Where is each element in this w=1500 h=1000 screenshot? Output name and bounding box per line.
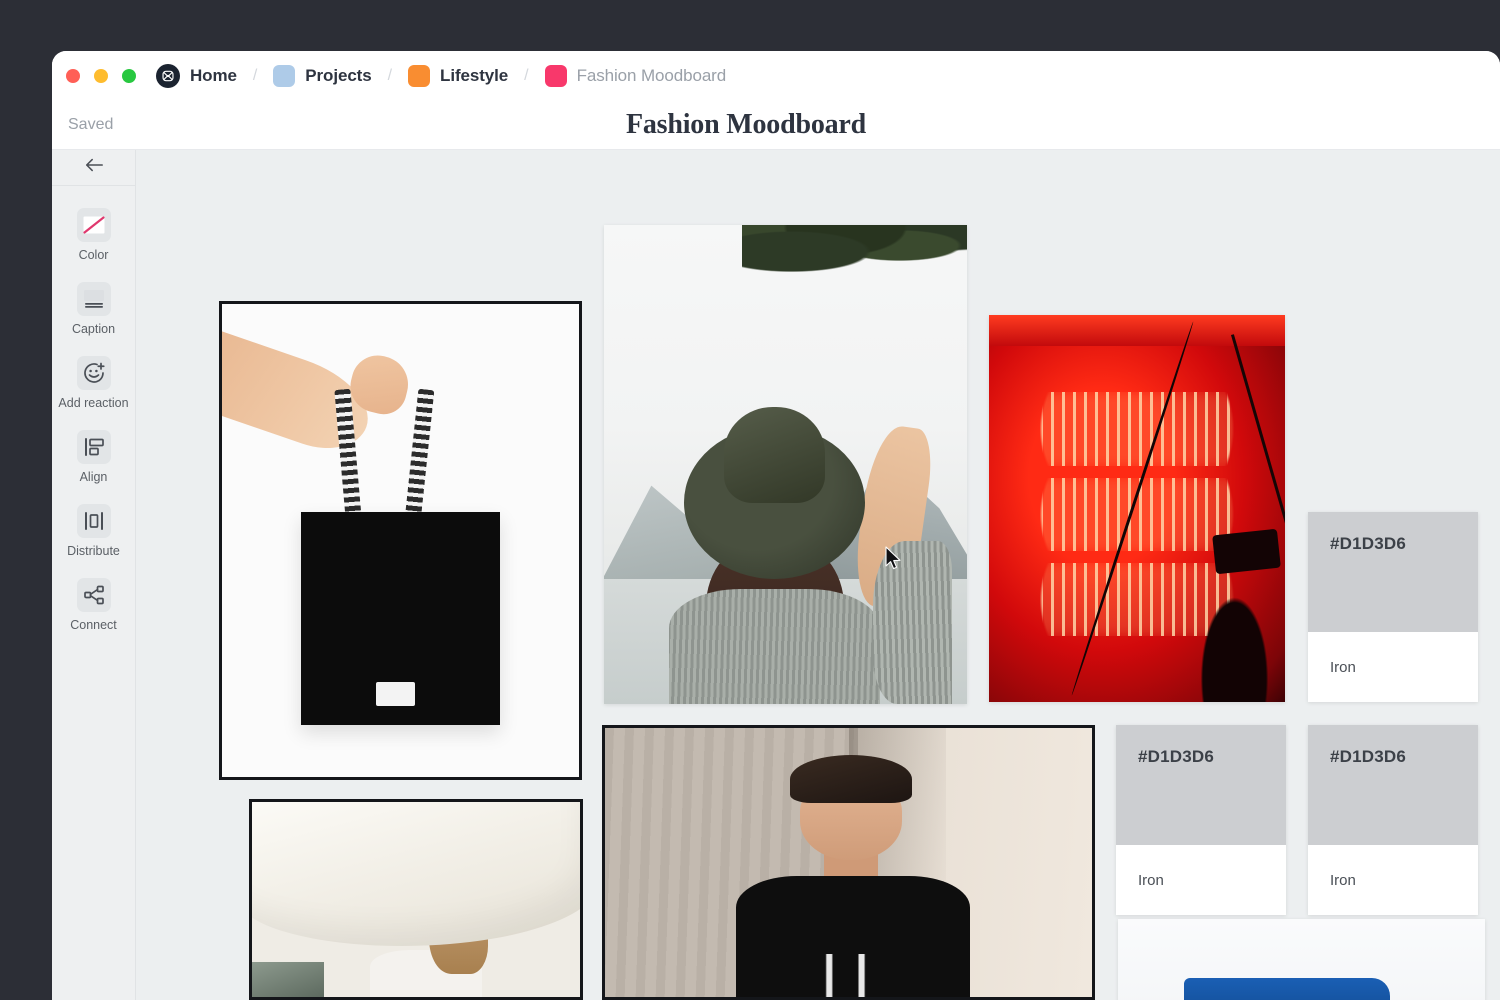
- tool-connect[interactable]: Connect: [52, 578, 135, 632]
- breadcrumb-label-projects: Projects: [305, 66, 372, 85]
- sweater-body-shape: [669, 589, 880, 704]
- breadcrumb: Home / Projects / Lifestyle / Fashion Mo…: [156, 64, 726, 88]
- swatch-hex-label: #D1D3D6: [1138, 747, 1215, 766]
- blue-object-photo: [1118, 919, 1485, 1000]
- document-header: Saved Fashion Moodboard: [52, 101, 1500, 150]
- swatch-name-label: Iron: [1138, 871, 1164, 889]
- tool-list: Color Caption Add reaction Align Distrib…: [52, 186, 135, 632]
- canvas-item-sheet-photo[interactable]: [249, 799, 583, 1000]
- color-swatch-icon: [76, 208, 111, 242]
- folder-chip-icon-projects: [273, 65, 296, 87]
- workspace: Color Caption Add reaction Align Distrib…: [52, 150, 1500, 1000]
- home-mark-icon: [156, 64, 180, 88]
- breadcrumb-separator-3: /: [524, 67, 529, 84]
- hat-lake-photo: [604, 225, 967, 704]
- canvas-item-tote-bag-photo[interactable]: [219, 301, 582, 780]
- caption-icon: [76, 282, 111, 316]
- dark-foreground-shape: [1196, 585, 1274, 702]
- breadcrumb-item-fashion-moodboard[interactable]: Fashion Moodboard: [544, 65, 727, 87]
- swatch-footer: Iron: [1308, 632, 1478, 702]
- background-foliage-shape: [252, 961, 325, 997]
- tool-label-connect: Connect: [70, 618, 117, 632]
- sidebar-back-button[interactable]: [52, 150, 135, 186]
- swatch-color-block: #D1D3D6: [1308, 512, 1478, 632]
- breadcrumb-item-projects[interactable]: Projects: [273, 65, 372, 87]
- breadcrumb-label-fashion-moodboard: Fashion Moodboard: [576, 66, 727, 85]
- sweater-sleeve-shape: [872, 541, 953, 704]
- traffic-light-buttons: [66, 69, 136, 83]
- hat-crown-shape: [723, 407, 826, 503]
- swatch-hex-label: #D1D3D6: [1330, 747, 1407, 766]
- tool-label-caption: Caption: [71, 322, 116, 336]
- blue-object-shape: [1184, 978, 1390, 1000]
- color-swatch-card[interactable]: #D1D3D6 Iron: [1308, 512, 1478, 702]
- tool-label-color: Color: [78, 248, 109, 262]
- swatch-name-label: Iron: [1330, 871, 1356, 889]
- man-wall-photo: [602, 725, 1095, 1000]
- sheet-photo: [249, 799, 583, 1000]
- tool-label-align: Align: [79, 470, 108, 484]
- color-swatch-card[interactable]: #D1D3D6 Iron: [1116, 725, 1286, 915]
- align-left-icon: [76, 430, 111, 464]
- breadcrumb-item-lifestyle[interactable]: Lifestyle: [408, 65, 508, 87]
- folder-chip-icon-lifestyle: [408, 65, 431, 87]
- breadcrumb-separator-1: /: [252, 67, 258, 84]
- maximize-window-button[interactable]: [122, 69, 136, 83]
- color-swatch-card[interactable]: #D1D3D6 Iron: [1308, 725, 1478, 915]
- canvas-item-blue-object-photo[interactable]: [1118, 919, 1485, 1000]
- breadcrumb-separator-2: /: [387, 67, 393, 84]
- canvas-item-man-wall-photo[interactable]: [602, 725, 1095, 1000]
- tool-align[interactable]: Align: [52, 430, 135, 484]
- save-status-label: Saved: [68, 116, 114, 133]
- tree-leaves-shape: [741, 225, 967, 283]
- breadcrumb-item-home[interactable]: Home: [156, 64, 237, 88]
- canvas-item-hat-lake-photo[interactable]: [604, 225, 967, 704]
- tool-label-distribute: Distribute: [67, 544, 120, 558]
- app-window: Home / Projects / Lifestyle / Fashion Mo…: [52, 51, 1500, 1000]
- tote-bag-photo: [219, 301, 582, 780]
- canvas-item-neon-sign-photo[interactable]: [989, 315, 1285, 702]
- neon-sign-photo: [989, 315, 1285, 702]
- window-titlebar: Home / Projects / Lifestyle / Fashion Mo…: [52, 51, 1500, 101]
- swatch-footer: Iron: [1308, 845, 1478, 915]
- breadcrumb-label-lifestyle: Lifestyle: [440, 66, 509, 85]
- minimize-window-button[interactable]: [94, 69, 108, 83]
- tool-sidebar: Color Caption Add reaction Align Distrib…: [52, 150, 136, 1000]
- tool-label-add-reaction: Add reaction: [58, 396, 129, 410]
- folder-chip-icon-fashion-moodboard: [544, 65, 567, 87]
- swatch-hex-label: #D1D3D6: [1330, 534, 1407, 553]
- neon-letter-row-1-shape: [1006, 392, 1268, 466]
- tote-brand-tag-shape: [375, 682, 415, 707]
- shirt-print-shape: [809, 953, 888, 997]
- swatch-color-block: #D1D3D6: [1308, 725, 1478, 845]
- swatch-name-label: Iron: [1330, 658, 1356, 676]
- tool-add-reaction[interactable]: Add reaction: [52, 356, 135, 410]
- smiley-plus-icon: [76, 356, 111, 390]
- close-window-button[interactable]: [66, 69, 80, 83]
- tool-caption[interactable]: Caption: [52, 282, 135, 336]
- microphone-shape: [1212, 528, 1281, 574]
- swatch-color-block: #D1D3D6: [1116, 725, 1286, 845]
- tool-distribute[interactable]: Distribute: [52, 504, 135, 558]
- white-sheet-shape: [252, 802, 580, 947]
- page-title[interactable]: Fashion Moodboard: [52, 109, 1500, 141]
- connect-nodes-icon: [76, 578, 111, 612]
- moodboard-canvas[interactable]: #D1D3D6 Iron #D1D3D6 Iron #D1D3D6 Iron: [136, 150, 1500, 1000]
- arrow-left-icon: [84, 157, 104, 178]
- tool-color[interactable]: Color: [52, 208, 135, 262]
- distribute-icon: [76, 504, 111, 538]
- neon-ceiling-glow-shape: [989, 315, 1285, 346]
- hair-shape: [790, 754, 912, 804]
- breadcrumb-label-home: Home: [190, 66, 237, 85]
- swatch-footer: Iron: [1116, 845, 1286, 915]
